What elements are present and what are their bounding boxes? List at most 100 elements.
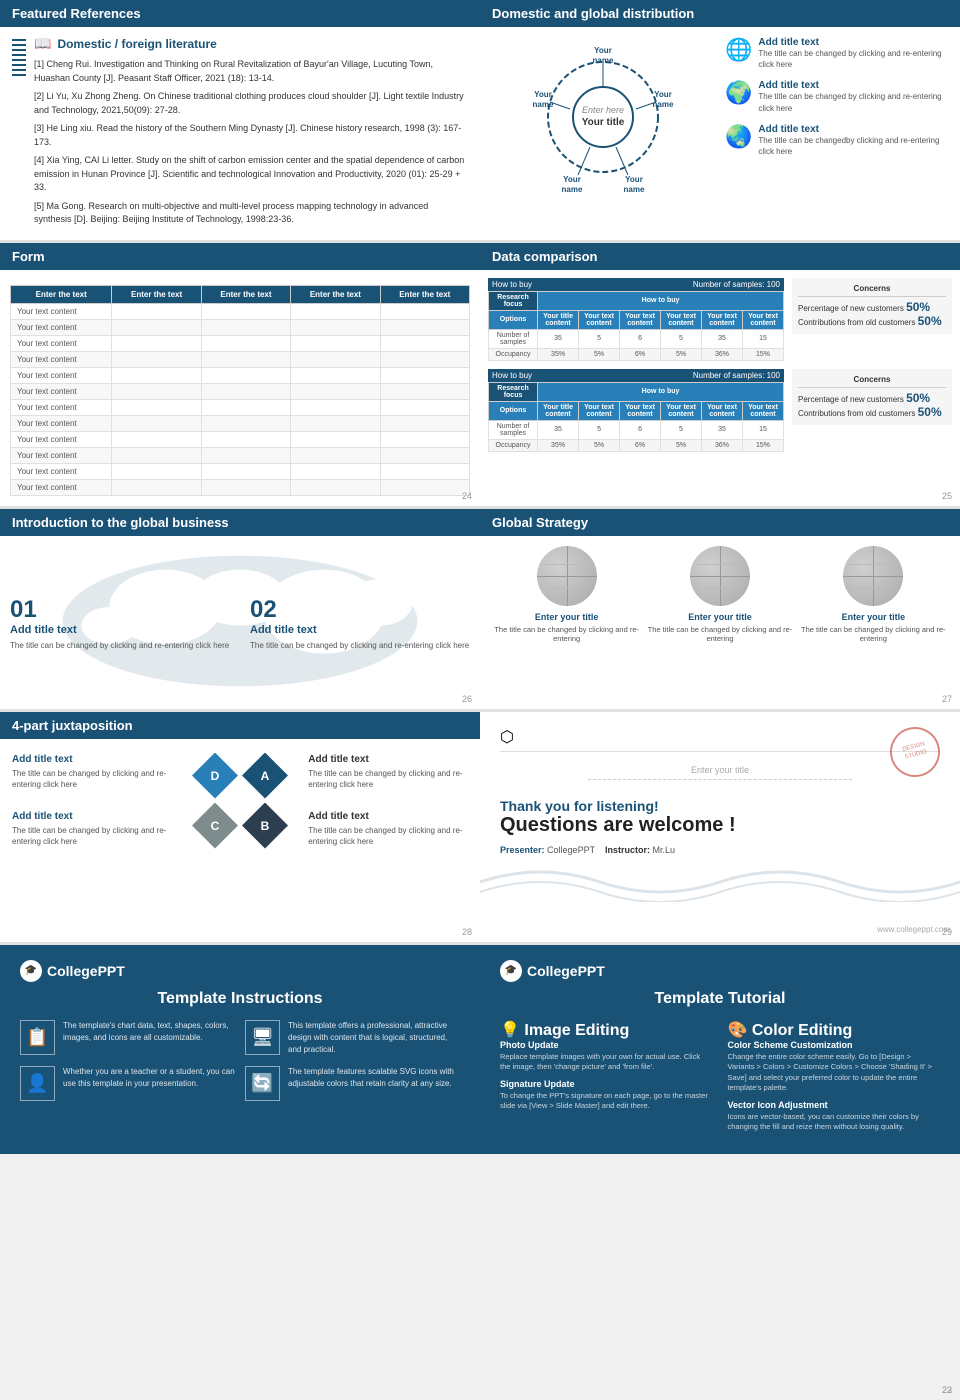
- thank-main-text: Thank you for listening! Questions are w…: [500, 798, 940, 837]
- instruction-icon-4: 🔄: [245, 1066, 280, 1101]
- signature-update-title: Signature Update: [500, 1079, 713, 1089]
- mt2-c4: Your text content: [661, 401, 702, 420]
- table2-header-right: Number of samples: 100: [693, 371, 780, 380]
- concern-pct2-label: Contributions from old customers: [798, 318, 915, 327]
- dist-info-title-2: Add title text: [758, 80, 950, 91]
- form-cell-r10-c4: [380, 463, 469, 479]
- instruction-icon-3: 👤: [20, 1066, 55, 1101]
- table1-header-left: How to buy: [492, 280, 532, 289]
- globe-item-2: Enter your title The title can be change…: [643, 546, 796, 645]
- distribution-info: 🌐 Add title text The title can be change…: [725, 37, 950, 167]
- photo-update-item: Photo Update Replace template images wit…: [500, 1040, 713, 1073]
- dist-info-item-3: 🌏 Add title text The title can be change…: [725, 124, 950, 157]
- form-cell-r3-c3: [291, 351, 380, 367]
- mt2-r1c4: 5: [661, 420, 702, 439]
- form-cell-r7-c1: [112, 415, 201, 431]
- mt1-r1c3: 6: [620, 329, 661, 348]
- page-number-29: 29: [942, 927, 952, 937]
- website-url: www.collegeppt.com: [877, 925, 950, 934]
- form-col-4: Enter the text: [291, 285, 380, 303]
- mt2-c3: Your text content: [620, 401, 661, 420]
- signature-update-text: To change the PPT's signature on each pa…: [500, 1091, 713, 1112]
- dist-info-desc-3: The title can be changedby clicking and …: [758, 135, 950, 157]
- data-table-wrap-2: How to buy Number of samples: 100 Resear…: [488, 369, 952, 452]
- concern-box-2: Concerns Percentage of new customers 50%…: [792, 369, 952, 425]
- concern-pct3-val: 50%: [906, 391, 930, 405]
- page-number-27: 27: [942, 694, 952, 704]
- form-table: Enter the text Enter the text Enter the …: [10, 285, 470, 496]
- strategy-title-1: Enter your title: [490, 612, 643, 622]
- tutorial-logo-text: CollegePPT: [527, 963, 605, 979]
- instructions-title: Template Instructions: [20, 990, 460, 1008]
- four-point-c-text: Add title text The title can be changed …: [12, 811, 172, 847]
- form-header: Form: [0, 243, 480, 270]
- global-business-title: Introduction to the global business: [12, 515, 229, 530]
- form-cell-r1-c2: [201, 319, 290, 335]
- presenter-info: Presenter: CollegePPT Instructor: Mr.Lu: [500, 845, 940, 855]
- four-desc-a: The title can be changed by clicking and…: [308, 768, 468, 790]
- form-cell-r0-c0: Your text content: [11, 303, 112, 319]
- form-panel: Form Enter the text Enter the text Enter…: [0, 243, 480, 506]
- tutorial-grid: 💡 Image Editing Photo Update Replace tem…: [500, 1020, 940, 1139]
- form-cell-r6-c0: Your text content: [11, 399, 112, 415]
- mt2-c6: Your text content: [742, 401, 783, 420]
- form-cell-r4-c3: [291, 367, 380, 383]
- mt2-col0: Research focus: [489, 382, 538, 401]
- dist-info-title-3: Add title text: [758, 124, 950, 135]
- image-editing-col: 💡 Image Editing Photo Update Replace tem…: [500, 1020, 713, 1139]
- concern-pct4-val: 50%: [918, 405, 942, 419]
- form-cell-r8-c4: [380, 431, 469, 447]
- mt1-r1c1: 35: [538, 329, 579, 348]
- mt2-r1c6: 15: [742, 420, 783, 439]
- form-cell-r3-c4: [380, 351, 469, 367]
- left-texts: Add title text The title can be changed …: [12, 754, 172, 847]
- svg-text:Your: Your: [563, 175, 581, 184]
- vector-icon-text: Icons are vector-based, you can customiz…: [728, 1112, 941, 1133]
- form-cell-r6-c3: [291, 399, 380, 415]
- mt1-r1c2: 5: [579, 329, 620, 348]
- tutorial-title: Template Tutorial: [500, 990, 940, 1008]
- form-cell-r11-c2: [201, 479, 290, 495]
- globe-icon-3: 🌏: [725, 124, 752, 150]
- concern-text-1: Percentage of new customers 50%: [798, 300, 946, 314]
- concern-title-1: Concerns: [798, 284, 946, 297]
- svg-text:Your: Your: [594, 46, 612, 55]
- instruction-icon-2: 🖥: [245, 1020, 280, 1055]
- mt1-r2c4: 5%: [661, 348, 702, 360]
- form-cell-r2-c1: [112, 335, 201, 351]
- four-title-a: Add title text: [308, 754, 468, 765]
- mt2-c0: Options: [489, 401, 538, 420]
- form-cell-r0-c1: [112, 303, 201, 319]
- mt2-r1c3: 6: [620, 420, 661, 439]
- form-cell-r7-c3: [291, 415, 380, 431]
- domestic-distribution-panel: Domestic and global distribution Enter h…: [480, 0, 960, 240]
- form-cell-r9-c3: [291, 447, 380, 463]
- mt1-r1c6: 15: [742, 329, 783, 348]
- form-cell-r9-c0: Your text content: [11, 447, 112, 463]
- globe-img-1: [537, 546, 597, 606]
- form-cell-r5-c2: [201, 383, 290, 399]
- form-cell-r9-c4: [380, 447, 469, 463]
- mini-table-2: Research focus How to buy Options Your t…: [488, 382, 784, 452]
- biz-point-2: 02 Add title text The title can be chang…: [250, 596, 470, 651]
- mt2-r2c2: 5%: [579, 439, 620, 451]
- globe-row: Enter your title The title can be change…: [490, 546, 950, 645]
- presenter-label: Presenter:: [500, 845, 545, 855]
- four-desc-d: The title can be changed by clicking and…: [12, 768, 172, 790]
- global-business-header: Introduction to the global business: [0, 509, 480, 536]
- mt1-r2c0: Occupancy: [489, 348, 538, 360]
- instruction-text-3: Whether you are a teacher or a student, …: [63, 1066, 235, 1090]
- mt2-r2c3: 6%: [620, 439, 661, 451]
- mt1-c1: Your title content: [538, 310, 579, 329]
- svg-text:Your title: Your title: [581, 117, 624, 128]
- mt2-c1: Your title content: [538, 401, 579, 420]
- dist-info-desc-2: The title can be changed by clicking and…: [758, 91, 950, 113]
- enter-title-placeholder[interactable]: Enter your title: [588, 765, 852, 780]
- mt2-c2: Your text content: [579, 401, 620, 420]
- ref-item-1: [1] Cheng Rui. Investigation and Thinkin…: [34, 58, 468, 85]
- form-cell-r11-c3: [291, 479, 380, 495]
- svg-text:name: name: [652, 100, 673, 109]
- book-icon: 📖: [34, 35, 51, 52]
- svg-text:Enter here: Enter here: [581, 105, 623, 115]
- form-cell-r4-c2: [201, 367, 290, 383]
